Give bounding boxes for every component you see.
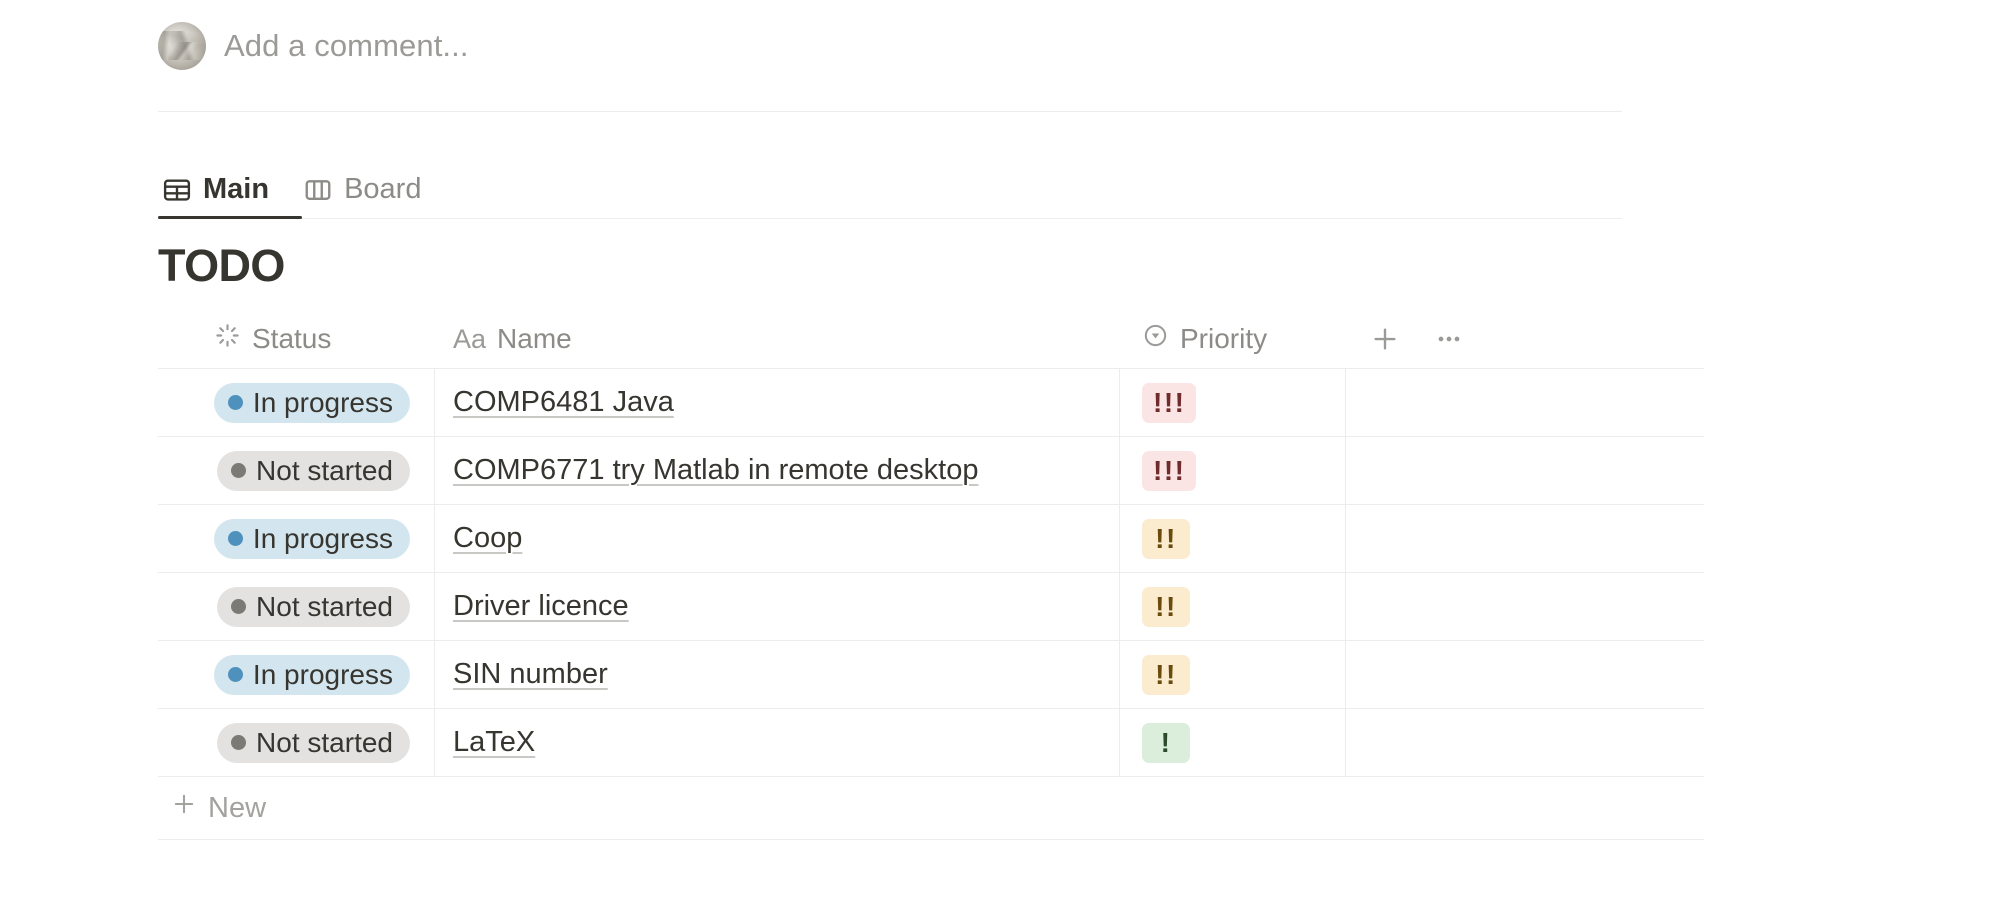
status-badge[interactable]: In progress bbox=[213, 654, 410, 695]
status-badge-label: Not started bbox=[256, 726, 393, 758]
column-header-priority[interactable]: Priority bbox=[1120, 310, 1346, 368]
cell-name[interactable]: COMP6771 try Matlab in remote desktop bbox=[435, 437, 1120, 504]
select-circle-chevron-icon bbox=[1142, 322, 1169, 356]
column-header-status-label: Status bbox=[252, 323, 332, 354]
status-badge[interactable]: Not started bbox=[217, 722, 410, 763]
database-table: Status Aa Name Priority In progress COMP… bbox=[158, 310, 1704, 840]
status-dot-icon bbox=[231, 735, 247, 750]
cell-priority[interactable]: ! bbox=[1120, 709, 1346, 776]
cell-name[interactable]: COMP6481 Java bbox=[435, 369, 1120, 436]
column-header-name-label: Name bbox=[497, 323, 572, 354]
table-grid-icon bbox=[162, 175, 192, 205]
new-row-label: New bbox=[208, 791, 267, 824]
row-title-link[interactable]: SIN number bbox=[453, 658, 608, 691]
comment-divider bbox=[158, 111, 1622, 112]
status-badge[interactable]: In progress bbox=[213, 382, 410, 423]
cell-status[interactable]: In progress bbox=[158, 369, 435, 436]
cell-name[interactable]: SIN number bbox=[435, 641, 1120, 708]
status-dot-icon bbox=[231, 599, 247, 614]
active-tab-indicator bbox=[158, 216, 302, 219]
table-header-tools bbox=[1346, 324, 1464, 354]
view-tabs: Main Board bbox=[158, 158, 425, 220]
column-header-name[interactable]: Aa Name bbox=[435, 310, 1120, 368]
tab-main[interactable]: Main bbox=[158, 173, 273, 220]
cell-spacer bbox=[1346, 641, 1702, 708]
cell-spacer bbox=[1346, 709, 1702, 776]
cell-spacer bbox=[1346, 369, 1702, 436]
cell-name[interactable]: Coop bbox=[435, 505, 1120, 572]
tabs-underline bbox=[158, 218, 1622, 219]
status-dot-icon bbox=[227, 531, 243, 546]
cell-priority[interactable]: !! bbox=[1120, 505, 1346, 572]
status-badge-label: In progress bbox=[252, 658, 393, 690]
add-comment-placeholder[interactable]: Add a comment... bbox=[224, 28, 469, 64]
tab-board-label: Board bbox=[344, 173, 422, 205]
cell-spacer bbox=[1346, 505, 1702, 572]
cell-status[interactable]: Not started bbox=[158, 437, 435, 504]
row-title-link[interactable]: COMP6771 try Matlab in remote desktop bbox=[453, 454, 978, 487]
status-spinner-icon bbox=[214, 322, 241, 356]
status-dot-icon bbox=[231, 463, 247, 478]
plus-icon[interactable] bbox=[1370, 324, 1400, 354]
cell-spacer bbox=[1346, 573, 1702, 640]
priority-badge[interactable]: !! bbox=[1142, 586, 1190, 627]
add-comment-bar[interactable]: Add a comment... bbox=[158, 18, 469, 74]
status-badge-label: In progress bbox=[252, 522, 393, 554]
priority-badge[interactable]: !!! bbox=[1142, 450, 1197, 491]
row-title-link[interactable]: LaTeX bbox=[453, 726, 535, 759]
status-dot-icon bbox=[227, 395, 243, 410]
text-aa-icon: Aa bbox=[453, 323, 487, 354]
tab-main-label: Main bbox=[203, 173, 270, 205]
plus-icon bbox=[170, 790, 198, 826]
cell-name[interactable]: LaTeX bbox=[435, 709, 1120, 776]
priority-badge[interactable]: !! bbox=[1142, 654, 1190, 695]
priority-badge[interactable]: !! bbox=[1142, 518, 1190, 559]
table-body: In progress COMP6481 Java!!! Not started CO… bbox=[158, 369, 1704, 777]
cell-spacer bbox=[1346, 437, 1702, 504]
notion-page: Add a comment... Main Board TODO Status … bbox=[0, 0, 1992, 900]
row-title-link[interactable]: COMP6481 Java bbox=[453, 386, 674, 419]
cell-name[interactable]: Driver licence bbox=[435, 573, 1120, 640]
table-row[interactable]: Not started COMP6771 try Matlab in remote… bbox=[158, 437, 1704, 505]
table-row[interactable]: In progress COMP6481 Java!!! bbox=[158, 369, 1704, 437]
board-columns-icon bbox=[303, 175, 333, 205]
status-badge-label: Not started bbox=[256, 454, 393, 486]
table-row[interactable]: Not started LaTeX! bbox=[158, 709, 1704, 777]
status-badge[interactable]: Not started bbox=[217, 450, 410, 491]
priority-badge[interactable]: ! bbox=[1142, 722, 1190, 763]
cell-priority[interactable]: !!! bbox=[1120, 369, 1346, 436]
status-badge-label: Not started bbox=[256, 590, 393, 622]
status-badge[interactable]: Not started bbox=[217, 586, 410, 627]
table-row[interactable]: In progress SIN number!! bbox=[158, 641, 1704, 709]
row-title-link[interactable]: Driver licence bbox=[453, 590, 629, 623]
cell-status[interactable]: Not started bbox=[158, 573, 435, 640]
tab-board[interactable]: Board bbox=[299, 173, 425, 220]
table-row[interactable]: In progress Coop!! bbox=[158, 505, 1704, 573]
ellipsis-icon[interactable] bbox=[1434, 324, 1464, 354]
column-header-priority-label: Priority bbox=[1180, 323, 1268, 354]
cell-status[interactable]: In progress bbox=[158, 505, 435, 572]
cell-priority[interactable]: !!! bbox=[1120, 437, 1346, 504]
cell-priority[interactable]: !! bbox=[1120, 641, 1346, 708]
status-badge[interactable]: In progress bbox=[213, 518, 410, 559]
page-title: TODO bbox=[158, 240, 285, 291]
row-title-link[interactable]: Coop bbox=[453, 522, 522, 555]
cell-status[interactable]: Not started bbox=[158, 709, 435, 776]
new-row-button[interactable]: New bbox=[158, 777, 1704, 840]
column-header-status[interactable]: Status bbox=[158, 310, 435, 368]
status-dot-icon bbox=[227, 667, 243, 682]
priority-badge[interactable]: !!! bbox=[1142, 382, 1197, 423]
table-header-row: Status Aa Name Priority bbox=[158, 310, 1704, 369]
cell-priority[interactable]: !! bbox=[1120, 573, 1346, 640]
table-row[interactable]: Not started Driver licence!! bbox=[158, 573, 1704, 641]
cell-status[interactable]: In progress bbox=[158, 641, 435, 708]
status-badge-label: In progress bbox=[252, 386, 393, 418]
user-avatar-photo bbox=[158, 22, 206, 70]
